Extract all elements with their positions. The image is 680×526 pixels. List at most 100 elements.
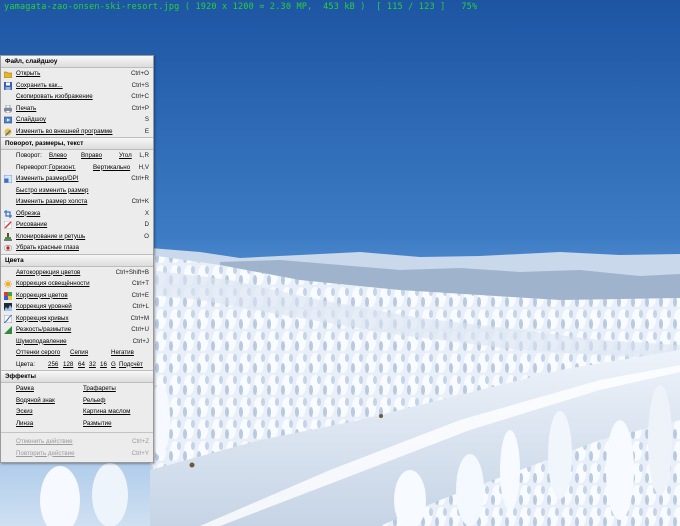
sun-icon [4, 280, 12, 288]
colors-128-link[interactable]: 128 [63, 359, 73, 371]
color-count-row: Цвета: 256 128 64 32 16 G Подсчёт [1, 359, 153, 371]
image-dimensions: ( 1920 x 1200 = 2.30 MP [184, 2, 308, 12]
external-edit-icon [4, 128, 12, 136]
effect-stencils-link[interactable]: Трафареты [83, 383, 116, 395]
menu-shortcut: Ctrl+O [130, 70, 149, 77]
menu-shortcut: Ctrl+R [131, 175, 149, 182]
menu-item-sharpen-blur[interactable]: Резкость/размытие Ctrl+U [1, 324, 153, 336]
image-info-bar: yamagata-zao-onsen-ski-resort.jpg ( 1920… [4, 2, 478, 12]
folder-icon [4, 71, 12, 78]
count-colors-link[interactable]: Подсчёт [119, 359, 143, 371]
colors-16-link[interactable]: 16 [100, 359, 107, 371]
menu-shortcut: E [144, 127, 149, 135]
negative-link[interactable]: Негатив [111, 347, 134, 359]
menu-item-label: Резкость/размытие [16, 326, 72, 333]
effect-blur-link[interactable]: Размытие [83, 418, 112, 430]
menu-item-label: Отменить действие [16, 438, 73, 445]
menu-item-label: Слайдшоу [16, 116, 47, 123]
effect-emboss-link[interactable]: Рельеф [83, 395, 105, 407]
effects-row: Водяной знак Рельеф [1, 395, 153, 407]
menu-item-quick-resize[interactable]: Быстро изменить размер [1, 185, 153, 197]
flip-horizontal-link[interactable]: Горизонт. [49, 162, 76, 174]
menu-item-color-correction[interactable]: Коррекция цветов Ctrl+E [1, 290, 153, 302]
menu-item-redo[interactable]: Повторить действие Ctrl+Y [1, 448, 153, 460]
rotate-row: Поворот: Влево Вправо Угол L,R [1, 150, 153, 162]
effect-lens-link[interactable]: Линза [16, 418, 33, 430]
menu-item-light-correction[interactable]: Коррекция освещённости Ctrl+T [1, 278, 153, 290]
menu-shortcut: Ctrl+U [131, 326, 149, 333]
menu-item-label: Скопировать изображение [16, 93, 93, 100]
menu-bottom-padding [1, 459, 153, 462]
menu-shortcut: Ctrl+Y [131, 449, 149, 457]
menu-item-label: Открыть [16, 70, 41, 77]
menu-item-label: Изменить размер/DPI [16, 175, 79, 182]
rotate-label: Поворот: [16, 152, 42, 159]
image-position: [ 115 / 123 ] [376, 2, 446, 12]
menu-shortcut: Ctrl+L [132, 303, 149, 310]
sepia-link[interactable]: Сепия [70, 347, 88, 359]
menu-item-levels[interactable]: Коррекция уровней Ctrl+L [1, 301, 153, 313]
effects-row: Линза Размытие [1, 418, 153, 430]
menu-item-clone-retouch[interactable]: Клонирование и ретушь O [1, 231, 153, 243]
rotate-right-link[interactable]: Вправо [81, 150, 102, 162]
effect-watermark-link[interactable]: Водяной знак [16, 395, 55, 407]
save-disk-icon [4, 81, 12, 90]
menu-shortcut: Ctrl+J [132, 337, 149, 345]
colors-gray-link[interactable]: G [111, 359, 116, 371]
menu-item-noise-reduction[interactable]: Шумоподавление Ctrl+J [1, 336, 153, 348]
menu-shortcut: D [144, 221, 149, 228]
menu-item-copy-image[interactable]: Скопировать изображение Ctrl+C [1, 91, 153, 103]
menu-item-external-edit[interactable]: Изменить во внешней программе E [1, 126, 153, 138]
flip-vertical-link[interactable]: Вертикально [93, 162, 130, 174]
menu-item-label: Быстро изменить размер [16, 186, 89, 194]
effect-sketch-link[interactable]: Эскиз [16, 406, 33, 418]
flip-label: Переворот: [16, 163, 49, 171]
section-header-file: Файл, слайдшоу [1, 56, 153, 68]
effect-frame-link[interactable]: Рамка [16, 383, 34, 395]
menu-item-crop[interactable]: Обрезка X [1, 208, 153, 220]
colors-64-link[interactable]: 64 [78, 359, 85, 371]
menu-shortcut: X [144, 209, 149, 217]
menu-item-resize-dpi[interactable]: Изменить размер/DPI Ctrl+R [1, 173, 153, 185]
curves-icon [4, 314, 12, 323]
menu-shortcut: O [144, 232, 149, 240]
rotate-left-link[interactable]: Влево [49, 150, 67, 162]
menu-shortcut: Ctrl+K [131, 198, 149, 205]
effect-oil-painting-link[interactable]: Картина маслом [83, 406, 130, 418]
zoom-level: 75% [461, 2, 478, 12]
filename: yamagata-zao-onsen-ski-resort.jpg [4, 2, 180, 12]
menu-item-label: Повторить действие [16, 449, 75, 457]
colors-label: Цвета: [16, 360, 35, 368]
menu-shortcut: H,V [138, 163, 149, 171]
menu-item-undo[interactable]: Отменить действие Ctrl+Z [1, 436, 153, 448]
menu-item-label: Коррекция уровней [16, 303, 72, 310]
grayscale-link[interactable]: Оттенки серого [16, 347, 60, 359]
menu-item-label: Коррекция кривых [16, 314, 69, 322]
menu-item-label: Рисование [16, 221, 48, 228]
menu-item-open[interactable]: Открыть Ctrl+O [1, 68, 153, 80]
levels-icon [4, 303, 12, 311]
rotate-angle-link[interactable]: Угол [119, 150, 132, 162]
context-menu: Файл, слайдшоу Открыть Ctrl+O Сохранить … [0, 55, 154, 463]
colors-32-link[interactable]: 32 [89, 359, 96, 371]
section-header-effects: Эффекты [1, 370, 153, 383]
menu-shortcut: Ctrl+C [131, 93, 149, 100]
menu-shortcut: L,R [139, 152, 149, 159]
menu-item-curves[interactable]: Коррекция кривых Ctrl+M [1, 313, 153, 325]
menu-shortcut: Ctrl+S [131, 81, 149, 89]
menu-item-draw[interactable]: Рисование D [1, 219, 153, 231]
menu-item-canvas-size[interactable]: Изменить размер холста Ctrl+K [1, 196, 153, 208]
menu-item-label: Печать [16, 104, 37, 112]
flip-row: Переворот: Горизонт. Вертикально H,V [1, 162, 153, 174]
menu-shortcut: Ctrl+T [131, 280, 149, 287]
menu-item-save-as[interactable]: Сохранить как... Ctrl+S [1, 80, 153, 92]
clone-stamp-icon [4, 232, 12, 241]
menu-item-slideshow[interactable]: Слайдшоу S [1, 114, 153, 126]
menu-item-red-eye[interactable]: Убрать красные глаза [1, 242, 153, 254]
menu-item-label: Коррекция освещённости [16, 280, 90, 287]
menu-item-label: Убрать красные глаза [16, 244, 79, 251]
colors-256-link[interactable]: 256 [48, 359, 58, 371]
menu-item-auto-color[interactable]: Автокоррекция цветов Ctrl+Shift+B [1, 267, 153, 279]
menu-item-print[interactable]: Печать Ctrl+P [1, 103, 153, 115]
slideshow-icon [4, 116, 12, 124]
